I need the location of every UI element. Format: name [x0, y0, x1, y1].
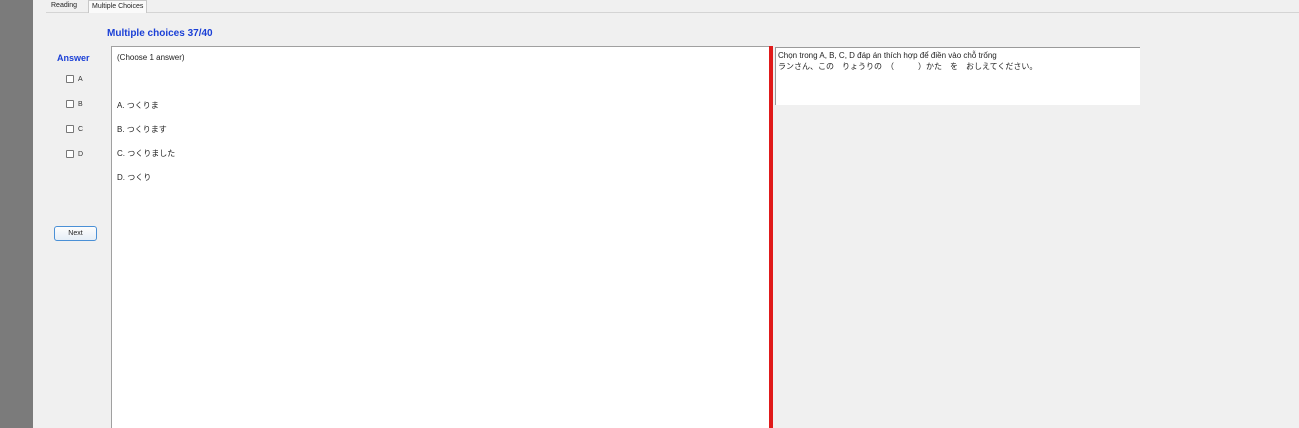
- next-button[interactable]: Next: [54, 226, 97, 241]
- tab-multiple-choices[interactable]: Multiple Choices: [88, 0, 148, 13]
- choice-d-text: D. つくり: [117, 173, 152, 182]
- choice-c-text: C. つくりました: [117, 149, 176, 158]
- checkbox-b[interactable]: [66, 100, 74, 108]
- checkbox-a[interactable]: [66, 75, 74, 83]
- prompt-box: Chọn trong A, B, C, D đáp án thích hợp đ…: [775, 47, 1140, 105]
- question-panel: (Choose 1 answer) A. つくりま B. つくります C. つく…: [111, 46, 769, 428]
- answer-option-label: C: [78, 125, 84, 133]
- window-left-edge: [0, 0, 33, 428]
- choice-b-text: B. つくります: [117, 125, 167, 134]
- answer-option-label: B: [78, 100, 83, 108]
- checkbox-c[interactable]: [66, 125, 74, 133]
- question-instruction: (Choose 1 answer): [117, 53, 185, 62]
- tab-bar: Reading Multiple Choices: [46, 0, 1299, 13]
- answer-option-label: A: [78, 75, 83, 83]
- answer-option-a[interactable]: A: [66, 75, 83, 83]
- answer-option-label: D: [78, 150, 84, 158]
- checkbox-d[interactable]: [66, 150, 74, 158]
- tab-reading[interactable]: Reading: [48, 0, 80, 12]
- prompt-sentence: ランさん、この りょうりの （ ）かた を おしえてください。: [778, 62, 1038, 71]
- page-title: Multiple choices 37/40: [107, 28, 213, 39]
- answer-option-b[interactable]: B: [66, 100, 83, 108]
- panel-divider[interactable]: [769, 46, 773, 428]
- answer-option-c[interactable]: C: [66, 125, 83, 133]
- choice-a-text: A. つくりま: [117, 101, 159, 110]
- answer-label: Answer: [57, 53, 90, 63]
- answer-option-d[interactable]: D: [66, 150, 83, 158]
- prompt-instruction: Chọn trong A, B, C, D đáp án thích hợp đ…: [778, 51, 997, 60]
